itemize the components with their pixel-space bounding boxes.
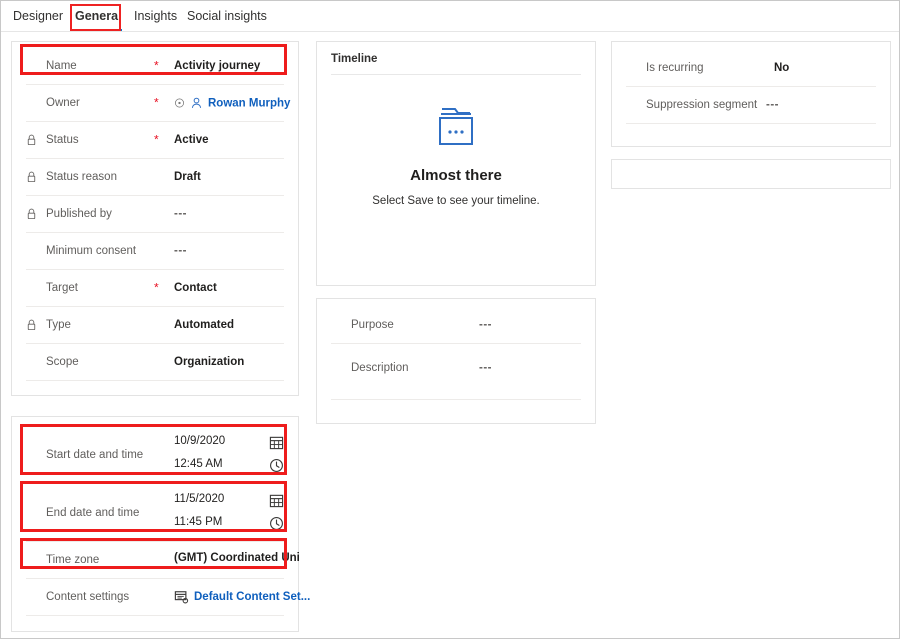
- field-value-start-time: 12:45 AM: [174, 458, 223, 470]
- timeline-panel: Timeline Almost there Select Save to see…: [316, 41, 596, 286]
- tab-social-insights-label: Social insights: [187, 9, 267, 23]
- empty-right-panel: [611, 159, 891, 189]
- field-row-purpose[interactable]: Purpose ---: [331, 307, 581, 344]
- lock-icon: [27, 208, 36, 220]
- field-label-scope: Scope: [46, 356, 79, 368]
- field-value-end-time: 11:45 PM: [174, 516, 223, 528]
- owner-value-group[interactable]: Rowan Murphy: [174, 97, 290, 110]
- tab-insights[interactable]: Insights: [132, 6, 179, 26]
- recurrence-field-list: Is recurring No Suppression segment ---: [612, 50, 890, 124]
- field-value-end-date: 11/5/2020: [174, 493, 225, 505]
- presence-icon: [174, 98, 185, 108]
- field-value-start-date: 10/9/2020: [174, 435, 226, 447]
- field-row-start-date-time[interactable]: Start date and time 10/9/2020 12:45 AM: [26, 426, 284, 484]
- lock-icon: [27, 319, 36, 331]
- field-label-end-date-time: End date and time: [46, 506, 140, 519]
- field-row-name[interactable]: Name * Activity journey: [26, 48, 284, 85]
- required-asterisk: *: [154, 58, 159, 73]
- field-value-target: Contact: [174, 282, 217, 294]
- field-label-content-settings: Content settings: [46, 591, 130, 603]
- tab-general[interactable]: General: [73, 6, 124, 31]
- field-label-minimum-consent: Minimum consent: [46, 245, 137, 257]
- field-label-start-date-time: Start date and time: [46, 448, 144, 461]
- purpose-field-list: Purpose --- Description ---: [317, 307, 595, 400]
- field-value-purpose: ---: [479, 319, 492, 331]
- calendar-icon[interactable]: [269, 493, 284, 508]
- tab-active-underline: [75, 29, 122, 31]
- lock-icon: [27, 171, 36, 183]
- field-row-end-date-time[interactable]: End date and time 11/5/2020 11:45 PM: [26, 484, 284, 542]
- field-row-status-reason: Status reason Draft: [26, 159, 284, 196]
- field-label-time-zone: Time zone: [46, 554, 100, 566]
- field-row-content-settings[interactable]: Content settings Default Content Set...: [26, 579, 310, 616]
- field-row-description[interactable]: Description ---: [331, 344, 581, 400]
- field-label-status: Status: [46, 134, 79, 146]
- clock-icon[interactable]: [269, 516, 284, 531]
- timeline-title-divider: [331, 74, 581, 75]
- field-value-suppression-segment: ---: [766, 99, 779, 111]
- field-label-is-recurring: Is recurring: [646, 62, 704, 74]
- field-label-target: Target: [46, 282, 78, 294]
- field-row-status: Status * Active: [26, 122, 284, 159]
- purpose-panel: Purpose --- Description ---: [316, 298, 596, 424]
- field-value-description: ---: [479, 362, 492, 374]
- tab-general-label: General: [75, 9, 122, 23]
- person-icon: [191, 97, 202, 108]
- timeline-empty-heading: Almost there: [410, 167, 502, 184]
- field-value-is-recurring: No: [774, 62, 790, 74]
- field-value-scope: Organization: [174, 356, 245, 368]
- required-asterisk: *: [154, 280, 159, 295]
- field-value-name: Activity journey: [174, 60, 261, 72]
- field-label-suppression-segment: Suppression segment: [646, 99, 758, 111]
- recurrence-panel: Is recurring No Suppression segment ---: [611, 41, 891, 147]
- field-value-published-by: ---: [174, 208, 187, 220]
- tab-insights-label: Insights: [134, 9, 178, 23]
- field-row-type: Type Automated: [26, 307, 284, 344]
- field-row-owner[interactable]: Owner * Rowan Murphy: [26, 85, 290, 122]
- field-value-owner[interactable]: Rowan Murphy: [208, 97, 290, 109]
- field-row-is-recurring[interactable]: Is recurring No: [626, 50, 876, 87]
- field-row-target[interactable]: Target * Contact: [26, 270, 284, 307]
- field-value-status-reason: Draft: [174, 171, 201, 183]
- field-label-name: Name: [46, 60, 77, 72]
- lock-icon: [27, 134, 36, 146]
- field-label-published-by: Published by: [46, 208, 112, 220]
- required-asterisk: *: [154, 95, 159, 110]
- timeline-empty-state: Almost there Select Save to see your tim…: [317, 102, 595, 207]
- schedule-field-list: Start date and time 10/9/2020 12:45 AM E…: [12, 426, 310, 616]
- clock-icon[interactable]: [269, 458, 284, 473]
- timeline-empty-message: Select Save to see your timeline.: [372, 195, 540, 207]
- field-row-published-by: Published by ---: [26, 196, 284, 233]
- tab-social-insights[interactable]: Social insights: [185, 6, 269, 26]
- field-label-status-reason: Status reason: [46, 171, 117, 183]
- schedule-panel: Start date and time 10/9/2020 12:45 AM E…: [11, 416, 310, 632]
- summary-field-list: Name * Activity journey Owner * Rowan Mu…: [12, 48, 298, 381]
- content-settings-value-group[interactable]: Default Content Set...: [174, 590, 310, 604]
- field-value-content-settings[interactable]: Default Content Set...: [194, 591, 310, 603]
- tab-designer-label: Designer: [13, 9, 64, 23]
- field-value-status: Active: [174, 134, 209, 146]
- field-label-type: Type: [46, 319, 71, 331]
- time-zone-value-clip: (GMT) Coordinated Universal Time: [174, 552, 300, 568]
- field-value-minimum-consent: ---: [174, 245, 187, 257]
- field-row-minimum-consent[interactable]: Minimum consent ---: [26, 233, 284, 270]
- required-asterisk: *: [154, 132, 159, 147]
- field-label-description: Description: [351, 362, 409, 374]
- field-value-time-zone: (GMT) Coordinated Universal Time: [174, 552, 300, 564]
- summary-panel: Name * Activity journey Owner * Rowan Mu…: [11, 41, 299, 396]
- field-row-time-zone[interactable]: Time zone (GMT) Coordinated Universal Ti…: [26, 542, 300, 579]
- field-label-owner: Owner: [46, 97, 80, 109]
- folder-icon: [439, 108, 473, 145]
- tab-designer[interactable]: Designer: [11, 6, 65, 26]
- field-row-suppression-segment[interactable]: Suppression segment ---: [626, 87, 876, 124]
- content-settings-icon: [174, 591, 189, 604]
- journey-general-screen: Designer General Insights Social insight…: [0, 0, 900, 639]
- field-row-scope[interactable]: Scope Organization: [26, 344, 284, 381]
- timeline-panel-title: Timeline: [331, 53, 378, 65]
- calendar-icon[interactable]: [269, 435, 284, 450]
- tab-bar: Designer General Insights Social insight…: [1, 1, 899, 32]
- field-label-purpose: Purpose: [351, 319, 394, 331]
- field-value-type: Automated: [174, 319, 235, 331]
